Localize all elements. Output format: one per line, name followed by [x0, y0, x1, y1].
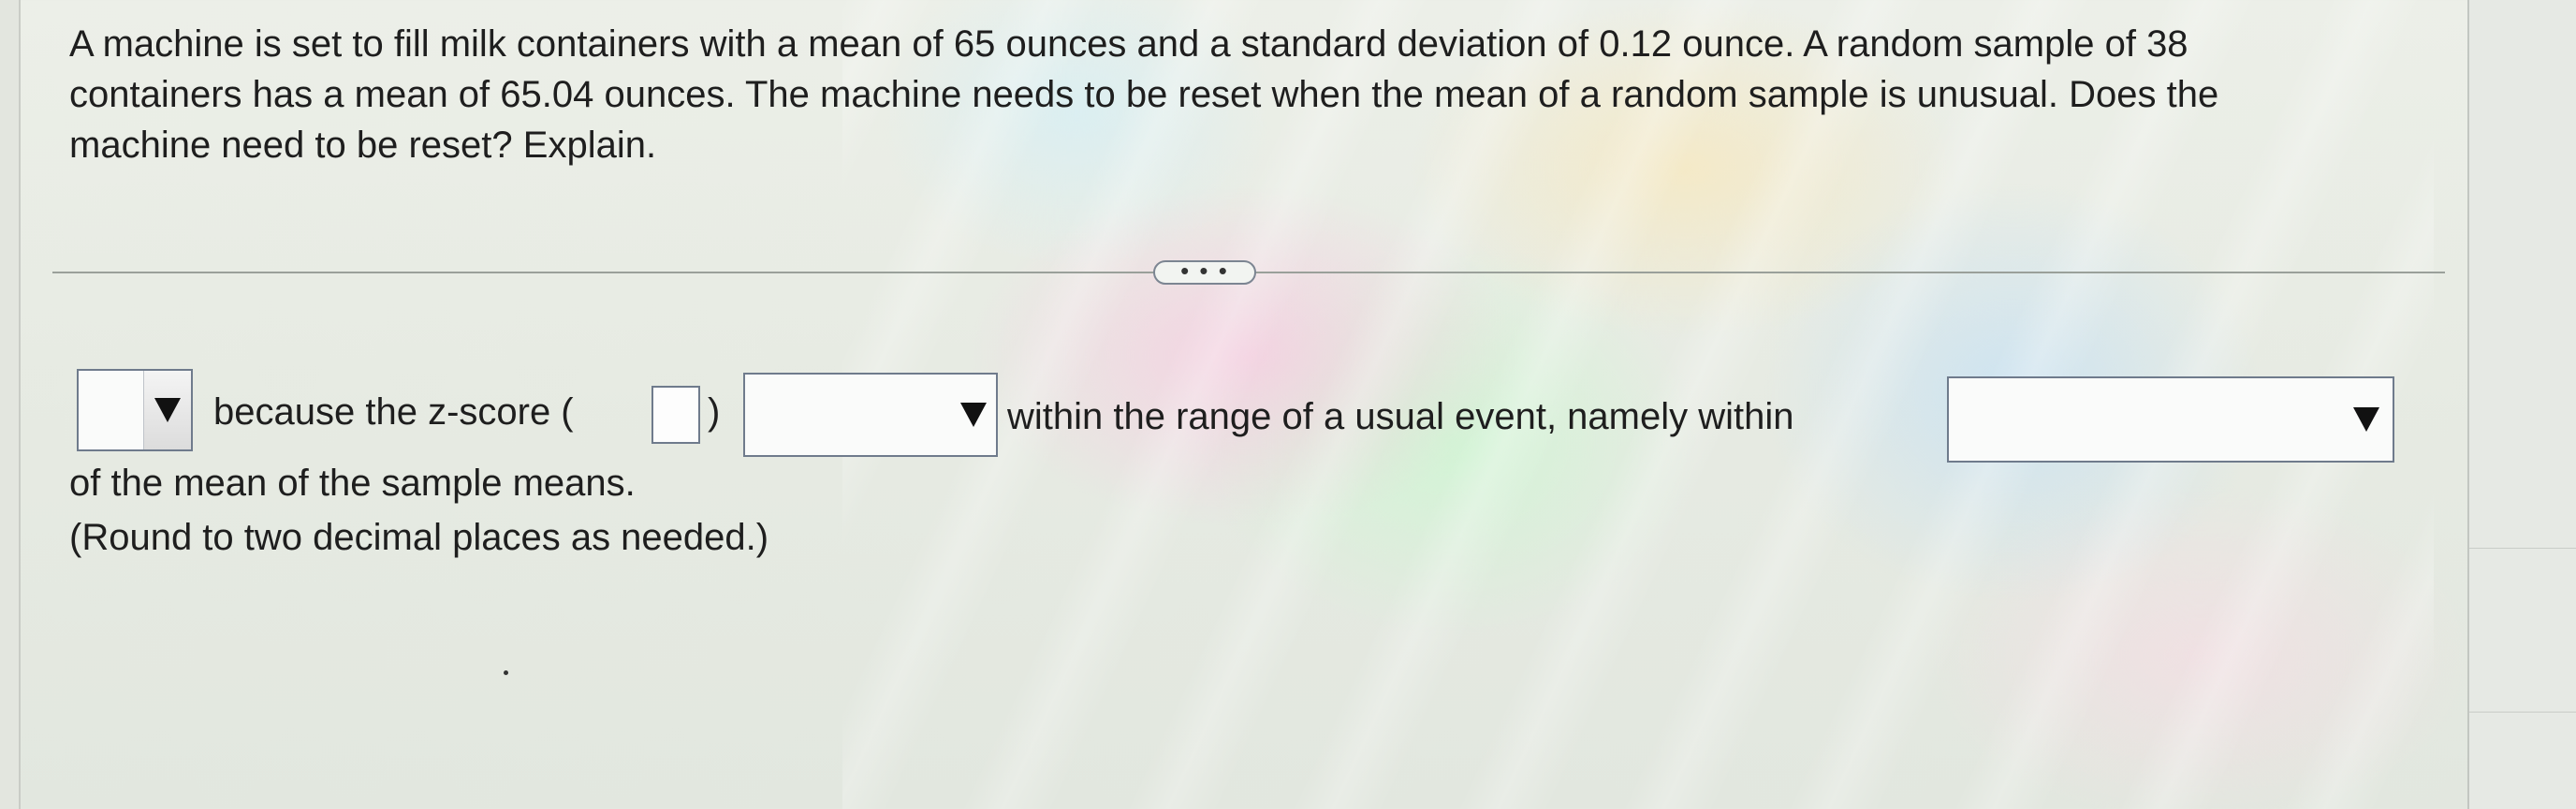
- panel-divider: [2469, 712, 2576, 713]
- close-paren-label: ): [708, 391, 721, 433]
- usual-event-label: within the range of a usual event, namel…: [1007, 396, 1794, 437]
- chevron-down-icon: [2353, 407, 2379, 432]
- right-panel-strip: [2467, 0, 2576, 809]
- chevron-down-icon: [960, 403, 987, 427]
- because-zscore-label: because the z-score (: [213, 391, 574, 433]
- expand-more-button[interactable]: • • •: [1153, 258, 1256, 285]
- question-text: A machine is set to fill milk containers…: [69, 23, 2219, 166]
- window-left-edge: [0, 0, 21, 809]
- chevron-down-icon: [154, 398, 181, 422]
- panel-divider: [2469, 548, 2576, 549]
- standard-deviations-dropdown[interactable]: [1947, 376, 2394, 463]
- mean-of-sample-means-label: of the mean of the sample means.: [69, 463, 636, 504]
- reset-decision-dropdown[interactable]: [77, 369, 193, 451]
- zscore-input[interactable]: [651, 386, 700, 444]
- dropdown-arrow-cell[interactable]: [143, 371, 191, 449]
- mouse-cursor-dot: [504, 670, 508, 675]
- within-range-dropdown[interactable]: [743, 373, 998, 457]
- rounding-instruction: (Round to two decimal places as needed.): [69, 517, 769, 558]
